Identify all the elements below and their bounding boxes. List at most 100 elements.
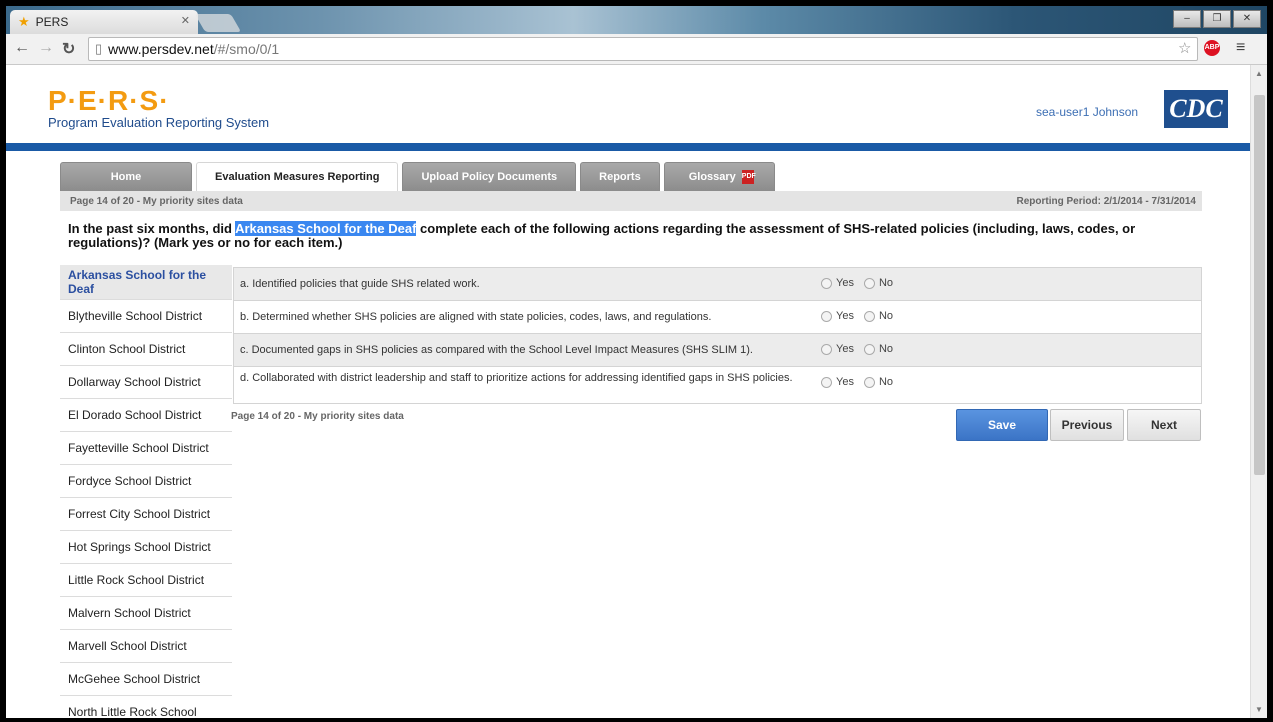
info-bar: Page 14 of 20 - My priority sites data R… (60, 191, 1202, 211)
yes-no-options: Yes No (821, 310, 893, 322)
school-item[interactable]: North Little Rock School (60, 696, 232, 718)
school-item[interactable]: McGehee School District (60, 663, 232, 696)
page-content: P·E·R·S· Program Evaluation Reporting Sy… (6, 65, 1250, 718)
forward-icon[interactable]: → (38, 39, 54, 57)
scroll-thumb[interactable] (1254, 95, 1265, 475)
yes-radio[interactable]: Yes (821, 376, 854, 388)
school-item[interactable]: Little Rock School District (60, 564, 232, 597)
no-radio[interactable]: No (863, 343, 894, 355)
tab-glossary[interactable]: Glossary PDF (663, 162, 775, 192)
tab-reports[interactable]: Reports (580, 162, 660, 192)
radio-icon (863, 343, 875, 355)
question-highlight: Arkansas School for the Deaf (235, 221, 417, 236)
question-text: In the past six months, did Arkansas Sch… (68, 221, 1198, 250)
no-label: No (878, 376, 894, 388)
address-bar[interactable]: ▯ www.persdev.net/#/smo/0/1 (88, 37, 1198, 61)
yes-label: Yes (836, 310, 854, 322)
item-text: b. Determined whether SHS policies are a… (240, 311, 712, 323)
table-row: a. Identified policies that guide SHS re… (234, 268, 1201, 301)
next-button[interactable]: Next (1127, 409, 1201, 441)
reload-icon[interactable]: ↻ (62, 39, 75, 59)
no-label: No (878, 277, 894, 289)
no-label: No (878, 343, 894, 355)
browser-toolbar: ← → ↻ ▯ www.persdev.net/#/smo/0/1 ☆ ABP … (6, 34, 1267, 65)
page-scrollbar[interactable]: ▲ ▼ (1250, 65, 1267, 718)
no-radio[interactable]: No (863, 376, 894, 388)
school-item[interactable]: Blytheville School District (60, 300, 232, 333)
url-host: www.persdev.net (108, 41, 214, 57)
yes-no-options: Yes No (821, 343, 893, 355)
previous-button[interactable]: Previous (1050, 409, 1124, 441)
yes-label: Yes (836, 376, 854, 388)
save-button[interactable]: Save (956, 409, 1048, 441)
scroll-up-icon[interactable]: ▲ (1255, 69, 1263, 78)
no-radio[interactable]: No (863, 310, 894, 322)
tab-strip: ★ PERS ✕ – ❐ ✕ (6, 6, 1267, 34)
item-text: c. Documented gaps in SHS policies as co… (240, 344, 753, 356)
new-tab-button[interactable] (194, 14, 242, 32)
header-divider (6, 143, 1250, 151)
back-icon[interactable]: ← (14, 39, 30, 57)
table-row: c. Documented gaps in SHS policies as co… (234, 334, 1201, 367)
adblock-icon[interactable]: ABP (1204, 40, 1220, 56)
no-label: No (878, 310, 894, 322)
table-row: d. Collaborated with district leadership… (234, 367, 1201, 403)
radio-icon (821, 310, 832, 322)
menu-icon[interactable]: ≡ (1236, 39, 1245, 57)
radio-icon (821, 376, 832, 388)
school-item[interactable]: Clinton School District (60, 333, 232, 366)
browser-tab[interactable]: ★ PERS ✕ (10, 10, 198, 34)
main-tabs: Home Evaluation Measures Reporting Uploa… (60, 162, 775, 192)
scroll-down-icon[interactable]: ▼ (1255, 705, 1263, 714)
yes-radio[interactable]: Yes (821, 310, 854, 322)
glossary-label: Glossary (688, 171, 736, 183)
school-item[interactable]: Hot Springs School District (60, 531, 232, 564)
cdc-logo: CDC (1164, 90, 1228, 128)
school-item[interactable]: Fayetteville School District (60, 432, 232, 465)
reporting-period: Reporting Period: 2/1/2014 - 7/31/2014 (1016, 196, 1196, 207)
browser-window: ★ PERS ✕ – ❐ ✕ ← → ↻ ▯ www.persdev.net/#… (6, 6, 1267, 718)
yes-no-options: Yes No (821, 277, 893, 289)
school-list: Arkansas School for the Deaf Blytheville… (60, 265, 232, 718)
pdf-icon: PDF (741, 170, 756, 185)
user-link[interactable]: sea-user1 Johnson (1036, 105, 1138, 119)
school-item[interactable]: Forrest City School District (60, 498, 232, 531)
yes-radio[interactable]: Yes (821, 277, 854, 289)
table-row: b. Determined whether SHS policies are a… (234, 301, 1201, 334)
school-item[interactable]: Arkansas School for the Deaf (60, 265, 232, 300)
school-item[interactable]: Dollarway School District (60, 366, 232, 399)
tab-title: PERS (35, 15, 69, 29)
item-text: a. Identified policies that guide SHS re… (240, 278, 480, 290)
minimize-icon[interactable]: – (1173, 10, 1201, 28)
tab-home[interactable]: Home (60, 162, 192, 192)
question-prefix: In the past six months, did (68, 221, 236, 236)
radio-icon (863, 310, 875, 322)
bookmark-star-icon[interactable]: ☆ (1178, 39, 1191, 57)
tab-evaluation-measures[interactable]: Evaluation Measures Reporting (196, 162, 399, 191)
no-radio[interactable]: No (863, 277, 894, 289)
close-window-icon[interactable]: ✕ (1233, 10, 1261, 28)
radio-icon (863, 277, 875, 289)
url-text: www.persdev.net/#/smo/0/1 (108, 41, 279, 57)
url-path: /#/smo/0/1 (213, 41, 280, 57)
maximize-icon[interactable]: ❐ (1203, 10, 1231, 28)
site-subtitle: Program Evaluation Reporting System (48, 115, 270, 130)
school-item[interactable]: El Dorado School District (60, 399, 232, 432)
star-favicon-icon: ★ (18, 14, 30, 29)
yes-label: Yes (836, 343, 854, 355)
school-item[interactable]: Marvell School District (60, 630, 232, 663)
radio-icon (863, 376, 875, 388)
yes-no-options: Yes No (821, 376, 893, 388)
school-item[interactable]: Malvern School District (60, 597, 232, 630)
question-table: a. Identified policies that guide SHS re… (233, 267, 1202, 404)
footer-page-info: Page 14 of 20 - My priority sites data (231, 411, 404, 422)
tab-upload-policy[interactable]: Upload Policy Documents (402, 162, 577, 192)
radio-icon (821, 343, 832, 355)
school-item[interactable]: Fordyce School District (60, 465, 232, 498)
page-icon: ▯ (95, 41, 103, 56)
item-text: d. Collaborated with district leadership… (240, 372, 793, 384)
yes-label: Yes (836, 277, 854, 289)
pers-logo: P·E·R·S· (48, 85, 170, 116)
yes-radio[interactable]: Yes (821, 343, 854, 355)
close-tab-icon[interactable]: ✕ (181, 14, 190, 27)
